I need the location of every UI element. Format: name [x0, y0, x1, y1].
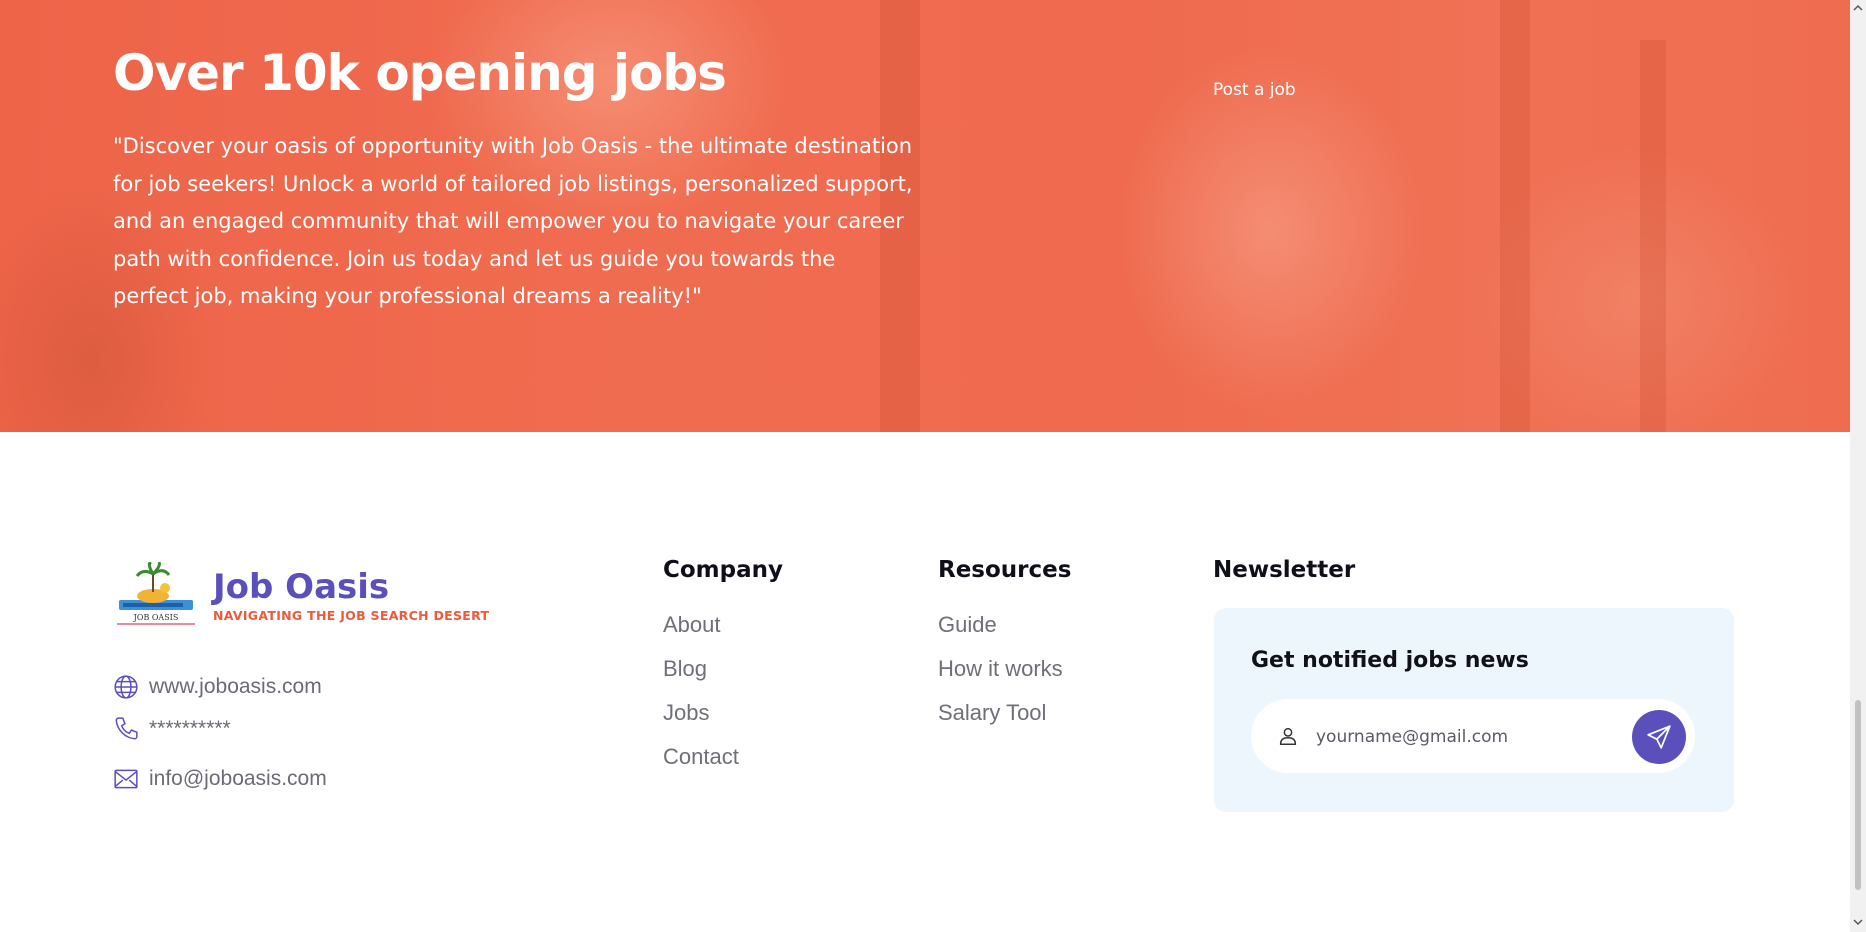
footer-link-salary-tool[interactable]: Salary Tool: [938, 700, 1046, 726]
hero-title: Over 10k opening jobs: [113, 44, 727, 102]
contact-phone[interactable]: **********: [113, 716, 231, 742]
footer-link-jobs[interactable]: Jobs: [663, 700, 709, 726]
background-pillar: [1500, 0, 1530, 432]
hero-description: "Discover your oasis of opportunity with…: [113, 134, 913, 308]
contact-email[interactable]: info@joboasis.com: [113, 766, 327, 792]
newsletter-heading: Get notified jobs news: [1251, 648, 1529, 673]
footer-brand[interactable]: JOB OASIS Job Oasis NAVIGATING THE JOB S…: [113, 560, 490, 628]
scroll-down-arrow-icon[interactable]: [1852, 916, 1864, 928]
background-pillar: [1640, 40, 1666, 432]
paper-plane-icon: [1647, 725, 1671, 749]
brand-logo: JOB OASIS: [113, 560, 199, 628]
newsletter-submit-button[interactable]: [1632, 710, 1686, 764]
newsletter-email-input[interactable]: [1314, 721, 1618, 753]
footer-link-blog[interactable]: Blog: [663, 656, 707, 682]
website-text: www.joboasis.com: [149, 675, 322, 698]
phone-text: **********: [149, 717, 231, 740]
mail-icon: [114, 769, 138, 789]
contact-website[interactable]: www.joboasis.com: [113, 674, 322, 700]
footer-link-contact[interactable]: Contact: [663, 744, 739, 770]
resources-title: Resources: [938, 557, 1072, 583]
newsletter-form: [1251, 699, 1695, 773]
globe-icon: [114, 675, 138, 699]
post-job-link[interactable]: Post a job: [1213, 80, 1296, 100]
newsletter-title: Newsletter: [1213, 557, 1356, 583]
brand-tagline: NAVIGATING THE JOB SEARCH DESERT: [213, 607, 490, 623]
logo-caption: JOB OASIS: [133, 613, 179, 622]
brand-name: Job Oasis: [213, 566, 390, 607]
email-text: info@joboasis.com: [149, 767, 327, 790]
page-scrollbar[interactable]: [1850, 0, 1866, 932]
company-title: Company: [663, 557, 783, 583]
footer-link-about[interactable]: About: [663, 612, 721, 638]
newsletter-box: Get notified jobs news: [1214, 608, 1734, 812]
scroll-thumb[interactable]: [1855, 700, 1861, 890]
footer-link-how-it-works[interactable]: How it works: [938, 656, 1063, 682]
user-icon: [1279, 727, 1297, 745]
scroll-up-arrow-icon[interactable]: [1852, 2, 1864, 14]
footer-link-guide[interactable]: Guide: [938, 612, 997, 638]
hero-banner: Over 10k opening jobs "Discover your oas…: [0, 0, 1850, 432]
phone-icon: [115, 717, 138, 740]
